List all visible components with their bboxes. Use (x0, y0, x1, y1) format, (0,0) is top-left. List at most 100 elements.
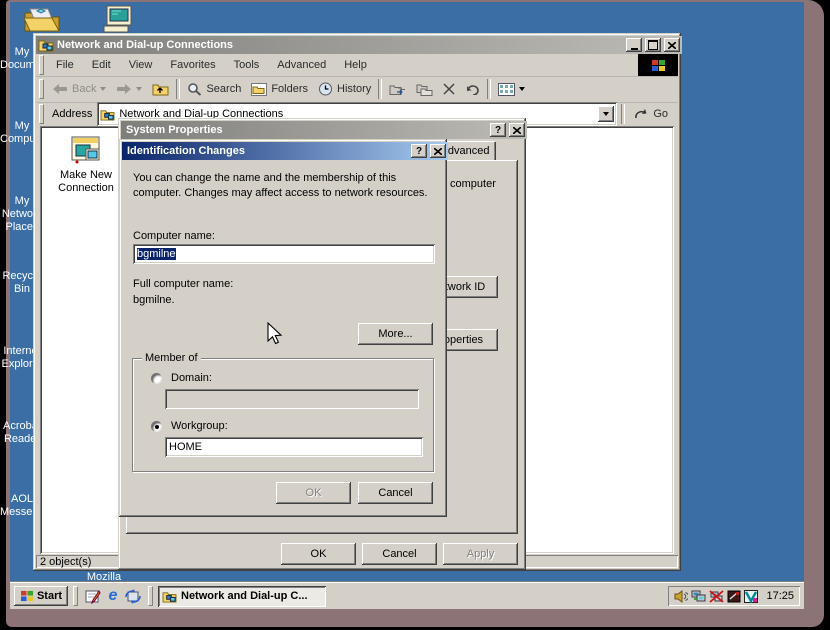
selected-text: bgmilne (137, 248, 176, 260)
move-to-icon (389, 83, 406, 96)
toolbar-separator (176, 79, 180, 99)
delete-x-icon (443, 83, 455, 95)
my-computer-icon[interactable] (102, 5, 136, 33)
identification-changes-titlebar[interactable]: Identification Changes ? (122, 142, 448, 160)
copy-to-button[interactable] (411, 81, 438, 98)
folders-button[interactable]: Folders (246, 81, 313, 98)
internet-explorer-icon[interactable]: e (103, 586, 123, 606)
folders-icon (251, 83, 267, 96)
toolbar-grip[interactable] (39, 79, 44, 99)
workgroup-radio-label[interactable]: Workgroup: (171, 420, 228, 432)
menu-view[interactable]: View (120, 57, 162, 73)
go-arrow-icon (634, 108, 649, 121)
taskbar-grip[interactable] (73, 586, 78, 606)
menu-file[interactable]: File (47, 57, 83, 73)
windows-flag-icon (20, 590, 34, 602)
sysprops-ok-button[interactable]: OK (281, 543, 356, 565)
sysprops-cancel-button[interactable]: Cancel (362, 543, 437, 565)
system-properties-titlebar[interactable]: System Properties ? (121, 121, 527, 139)
member-of-legend: Member of (142, 352, 201, 364)
toolbar-separator (487, 79, 491, 99)
undo-icon (465, 83, 480, 95)
back-arrow-icon (52, 83, 68, 95)
back-button[interactable]: Back (47, 81, 111, 97)
up-folder-icon (152, 82, 169, 96)
network-folder-icon (38, 38, 54, 52)
move-to-button[interactable] (384, 81, 411, 98)
volume-icon[interactable] (674, 590, 688, 603)
close-icon[interactable] (509, 123, 525, 137)
member-of-groupbox: Member of Domain: Workgroup: HOME (132, 358, 434, 472)
make-new-connection-label[interactable]: Make New Connection (50, 169, 122, 195)
address-separator (621, 104, 625, 124)
copy-to-icon (416, 83, 433, 96)
undo-button[interactable] (460, 81, 485, 97)
more-button[interactable]: More... (358, 323, 433, 345)
close-button[interactable] (664, 38, 680, 52)
my-documents-icon[interactable] (22, 5, 62, 33)
taskbar-window-button[interactable]: Network and Dial-up C... (158, 586, 326, 607)
identification-changes-title: Identification Changes (124, 145, 408, 157)
explorer-title: Network and Dial-up Connections (57, 39, 623, 51)
go-button[interactable]: Go (629, 106, 678, 123)
address-dropdown-button[interactable] (598, 106, 614, 122)
taskbar-grip[interactable] (148, 586, 153, 606)
up-button[interactable] (147, 80, 174, 98)
network-folder-icon (162, 590, 177, 603)
address-grip[interactable] (39, 104, 44, 124)
start-button[interactable]: Start (14, 586, 68, 606)
delete-button[interactable] (438, 81, 460, 97)
dialog-description-line1: You can change the name and the membersh… (133, 171, 396, 186)
views-button[interactable] (493, 81, 530, 98)
mouse-cursor (266, 322, 284, 346)
idchanges-ok-button[interactable]: OK (276, 482, 351, 504)
domain-radio[interactable] (151, 373, 162, 384)
toolbar-separator (378, 79, 382, 99)
idchanges-cancel-button[interactable]: Cancel (358, 482, 433, 504)
forward-button[interactable] (111, 81, 147, 97)
domain-radio-label[interactable]: Domain: (171, 372, 212, 384)
scheduler-icon[interactable] (727, 590, 741, 603)
history-icon (318, 82, 333, 96)
menu-advanced[interactable]: Advanced (268, 57, 335, 73)
maximize-button[interactable] (645, 38, 661, 52)
dialog-description-line2: computer. Changes may affect access to n… (133, 186, 428, 201)
workgroup-input[interactable]: HOME (165, 437, 423, 457)
search-icon (187, 82, 202, 96)
windows-logo-icon (638, 54, 678, 76)
clock[interactable]: 17:25 (761, 590, 794, 602)
virus-scan-icon[interactable] (744, 590, 758, 603)
minimize-button[interactable] (626, 38, 642, 52)
system-properties-title: System Properties (123, 124, 487, 136)
workgroup-radio[interactable] (151, 421, 162, 432)
address-folder-icon (100, 108, 115, 121)
menu-tools[interactable]: Tools (225, 57, 269, 73)
forward-arrow-icon (116, 83, 132, 95)
explorer-titlebar[interactable]: Network and Dial-up Connections (36, 36, 682, 54)
menu-help[interactable]: Help (335, 57, 376, 73)
make-new-connection-icon (70, 136, 102, 166)
help-button[interactable]: ? (411, 144, 427, 158)
search-button[interactable]: Search (182, 80, 246, 98)
menu-favorites[interactable]: Favorites (161, 57, 224, 73)
domain-input[interactable] (165, 389, 419, 409)
history-button[interactable]: History (313, 80, 376, 98)
network-disconnected-icon[interactable] (709, 590, 724, 603)
network-computers-icon[interactable] (691, 590, 706, 603)
menubar: File Edit View Favorites Tools Advanced … (36, 54, 678, 77)
computer-name-input[interactable]: bgmilne (133, 244, 435, 264)
system-tray: 17:25 (668, 586, 800, 606)
toolbar: Back Search Folders (36, 76, 678, 103)
views-icon (498, 83, 515, 96)
menubar-grip[interactable] (39, 55, 44, 75)
help-button[interactable]: ? (490, 123, 506, 137)
full-computer-name-label: Full computer name: (133, 278, 233, 290)
network-id-fragment-text: computer (450, 178, 496, 190)
menu-edit[interactable]: Edit (83, 57, 120, 73)
show-desktop-icon[interactable] (83, 586, 103, 606)
close-icon[interactable] (430, 144, 446, 158)
make-new-connection-item[interactable]: Make New Connection (50, 136, 122, 195)
sysprops-apply-button[interactable]: Apply (443, 543, 518, 565)
connection-wizard-icon[interactable] (123, 586, 143, 606)
full-computer-name-value: bgmilne. (133, 294, 175, 306)
